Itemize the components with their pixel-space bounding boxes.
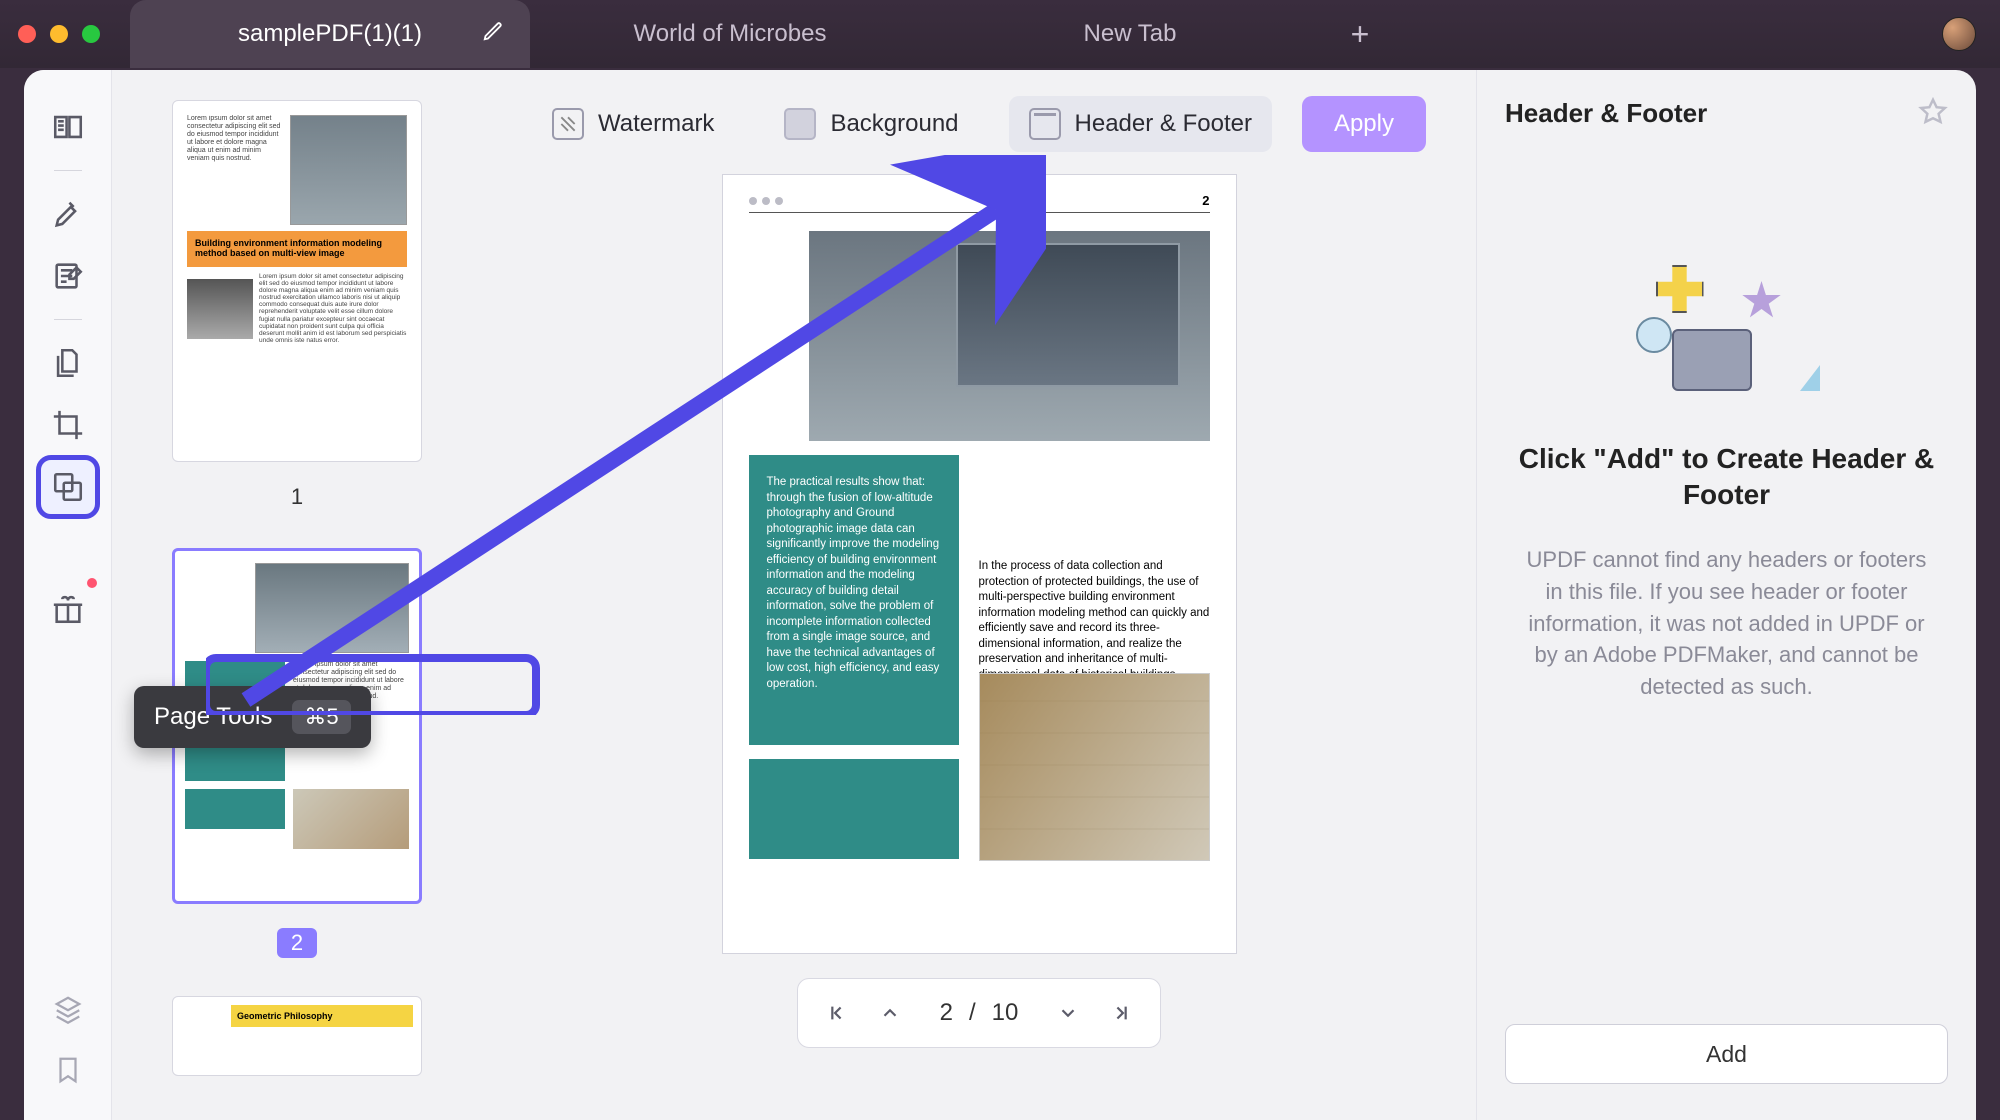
- reader-mode-icon[interactable]: [41, 100, 95, 154]
- header-footer-icon: [1029, 108, 1061, 140]
- tab-label: New Tab: [1084, 20, 1177, 48]
- page-teal-block: The practical results show that: through…: [749, 455, 959, 745]
- page-pencil-image: [979, 673, 1210, 861]
- highlighter-icon[interactable]: [41, 187, 95, 241]
- organize-pages-icon[interactable]: [41, 336, 95, 390]
- page-sep: /: [969, 999, 976, 1027]
- close-window[interactable]: [18, 25, 36, 43]
- maximize-window[interactable]: [82, 25, 100, 43]
- tab-sample-pdf[interactable]: samplePDF(1)(1): [130, 0, 530, 68]
- prev-page-button[interactable]: [866, 989, 914, 1037]
- empty-state-description: UPDF cannot find any headers or footers …: [1505, 544, 1948, 703]
- total-pages: 10: [992, 999, 1019, 1027]
- sidebar-title: Header & Footer: [1505, 98, 1707, 129]
- current-page[interactable]: 2: [940, 999, 953, 1027]
- header-footer-button[interactable]: Header & Footer: [1009, 96, 1272, 152]
- bookmark-icon[interactable]: [53, 1055, 83, 1090]
- add-header-footer-button[interactable]: Add: [1505, 1024, 1948, 1084]
- tab-world-of-microbes[interactable]: World of Microbes: [530, 0, 930, 68]
- user-avatar[interactable]: [1942, 17, 1976, 51]
- crop-icon[interactable]: [41, 398, 95, 452]
- page-tools-tooltip: Page Tools ⌘5: [134, 686, 371, 748]
- page-hero-image: [809, 231, 1210, 441]
- left-tool-rail: [24, 70, 112, 1120]
- app-window: Page Tools ⌘5 Lorem ipsum dolor sit amet…: [24, 70, 1976, 1120]
- tab-label: samplePDF(1)(1): [238, 20, 422, 48]
- tab-bar: samplePDF(1)(1) World of Microbes New Ta…: [130, 0, 1942, 68]
- background-label: Background: [830, 110, 958, 138]
- page-preview[interactable]: 2 The practical results show that: throu…: [722, 174, 1237, 954]
- watermark-icon: [552, 108, 584, 140]
- next-page-button[interactable]: [1044, 989, 1092, 1037]
- watermark-button[interactable]: Watermark: [532, 96, 734, 152]
- thumb1-title: Building environment information modelin…: [187, 231, 407, 267]
- background-icon: [784, 108, 816, 140]
- new-tab-button[interactable]: +: [1330, 0, 1390, 68]
- thumbnail-2-number: 2: [277, 928, 317, 958]
- tab-label: World of Microbes: [634, 20, 827, 48]
- apply-button[interactable]: Apply: [1302, 96, 1426, 152]
- window-controls: [18, 25, 100, 43]
- page-teal-block-2: [749, 759, 959, 859]
- header-footer-label: Header & Footer: [1075, 110, 1252, 138]
- background-button[interactable]: Background: [764, 96, 978, 152]
- page-tools-icon[interactable]: [41, 460, 95, 514]
- page-tools-toolbar: Watermark Background Header & Footer App…: [532, 70, 1426, 174]
- watermark-label: Watermark: [598, 110, 714, 138]
- tooltip-label: Page Tools: [154, 703, 272, 731]
- page-navigator: 2 / 10: [797, 978, 1162, 1048]
- favorite-icon[interactable]: [1918, 96, 1948, 131]
- notification-dot: [87, 578, 97, 588]
- thumbnail-panel: Lorem ipsum dolor sit amet consectetur a…: [112, 70, 482, 1120]
- thumb3-title: Geometric Philosophy: [231, 1005, 413, 1027]
- apply-label: Apply: [1334, 110, 1394, 137]
- layers-icon[interactable]: [53, 994, 83, 1029]
- gift-icon[interactable]: [41, 582, 95, 636]
- page-number: 2: [1202, 193, 1209, 208]
- window-titlebar: samplePDF(1)(1) World of Microbes New Ta…: [0, 0, 2000, 68]
- tooltip-shortcut: ⌘5: [292, 700, 350, 734]
- first-page-button[interactable]: [812, 989, 860, 1037]
- add-label: Add: [1706, 1041, 1747, 1068]
- thumbnail-page-3[interactable]: Geometric Philosophy: [172, 996, 422, 1076]
- annotate-icon[interactable]: [41, 249, 95, 303]
- thumbnail-page-1[interactable]: Lorem ipsum dolor sit amet consectetur a…: [172, 100, 422, 462]
- right-sidebar: Header & Footer Click "Add" to Create He…: [1476, 70, 1976, 1120]
- empty-state-illustration: [1632, 271, 1822, 401]
- empty-state-headline: Click "Add" to Create Header & Footer: [1505, 441, 1948, 514]
- thumbnail-1-number: 1: [291, 476, 303, 534]
- edit-tab-icon[interactable]: [482, 20, 504, 49]
- main-area: Watermark Background Header & Footer App…: [482, 70, 1476, 1120]
- minimize-window[interactable]: [50, 25, 68, 43]
- last-page-button[interactable]: [1098, 989, 1146, 1037]
- tab-new-tab[interactable]: New Tab: [930, 0, 1330, 68]
